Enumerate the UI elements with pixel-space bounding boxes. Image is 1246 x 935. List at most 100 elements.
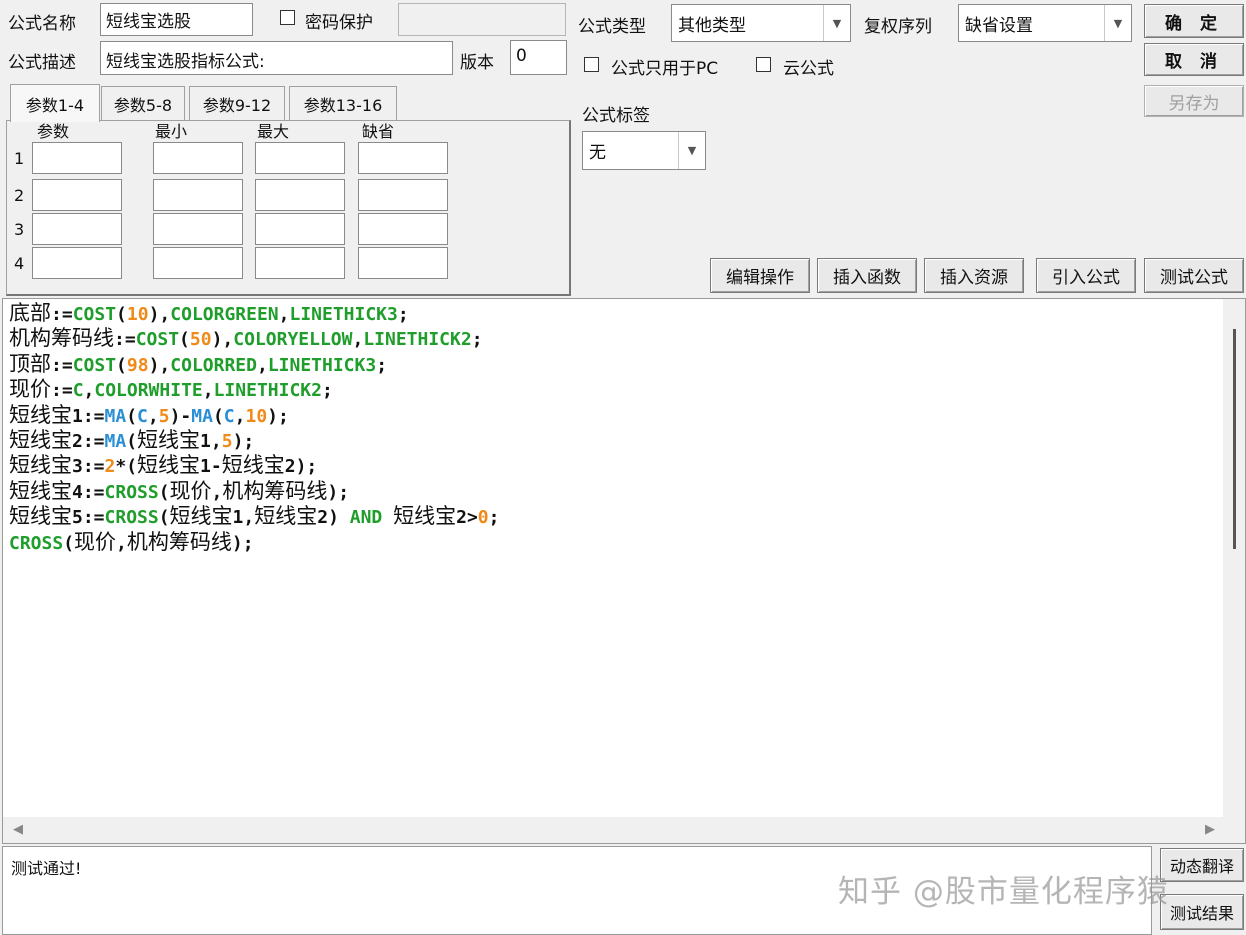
test-result-button[interactable]: 测试结果 [1160, 894, 1244, 930]
insert-function-button[interactable]: 插入函数 [817, 258, 917, 293]
save-as-button[interactable]: 另存为 [1144, 85, 1244, 117]
vertical-scrollbar[interactable] [1223, 299, 1245, 817]
code-token: 短线宝 [221, 453, 285, 478]
code-token: ; [376, 354, 388, 376]
code-token: 2); [284, 456, 318, 478]
code-token: , [278, 304, 290, 325]
password-protect-checkbox[interactable] [280, 10, 295, 25]
param4-min-input[interactable] [153, 247, 243, 279]
code-line[interactable]: 短线宝5:=CROSS(短线宝1,短线宝2) AND 短线宝2>0; [9, 504, 499, 529]
code-token: COLORYELLOW [233, 329, 353, 351]
code-token: 10 [245, 405, 268, 427]
ok-button[interactable]: 确 定 [1144, 4, 1244, 38]
code-content[interactable]: 底部:=COST(10),COLORGREEN,LINETHICK3; 机构筹码线… [9, 301, 499, 555]
scrollbar-thumb[interactable] [1233, 329, 1236, 549]
param-row-number: 4 [14, 254, 25, 273]
version-label: 版本 [460, 53, 494, 73]
tab-params-5-8[interactable]: 参数5-8 [101, 86, 185, 120]
code-token: MA [191, 405, 213, 427]
import-formula-button[interactable]: 引入公式 [1036, 258, 1136, 293]
param1-min-input[interactable] [153, 142, 243, 174]
horizontal-scrollbar[interactable]: ◀ ▶ [3, 817, 1245, 843]
param1-name-input[interactable] [32, 142, 122, 174]
code-token: 2> [456, 507, 478, 529]
code-token: , [83, 380, 95, 402]
code-token: COST [72, 304, 117, 325]
code-token: 顶部 [9, 351, 51, 376]
code-token: 短线宝 [9, 402, 72, 427]
version-input[interactable]: 0 [510, 40, 567, 75]
code-token: C [137, 405, 148, 427]
param2-default-input[interactable] [358, 179, 448, 211]
code-line[interactable]: 机构筹码线:=COST(50),COLORYELLOW,LINETHICK2; [9, 326, 499, 351]
param1-default-input[interactable] [358, 142, 448, 174]
param2-min-input[interactable] [153, 179, 243, 211]
cloud-formula-label: 云公式 [783, 59, 834, 79]
edit-operations-button[interactable]: 编辑操作 [710, 258, 810, 293]
formula-desc-input[interactable]: 短线宝选股指标公式: [100, 41, 453, 75]
pc-only-checkbox[interactable] [584, 57, 599, 72]
dynamic-translate-button[interactable]: 动态翻译 [1160, 848, 1244, 882]
insert-resource-button[interactable]: 插入资源 [924, 258, 1024, 293]
chevron-down-icon[interactable]: ▼ [1104, 5, 1131, 41]
tab-params-13-16[interactable]: 参数13-16 [289, 86, 397, 120]
tab-params-9-12[interactable]: 参数9-12 [189, 86, 285, 120]
param2-max-input[interactable] [255, 179, 345, 211]
code-line[interactable]: 短线宝1:=MA(C,5)-MA(C,10); [9, 403, 499, 428]
param4-name-input[interactable] [32, 247, 122, 279]
code-token: ), [211, 329, 234, 351]
param3-default-input[interactable] [358, 213, 448, 245]
code-line[interactable]: 短线宝2:=MA(短线宝1,5); [9, 428, 499, 453]
code-token: CROSS [9, 532, 64, 554]
formula-name-input[interactable]: 短线宝选股 [100, 3, 253, 36]
formula-tag-value: 无 [589, 143, 606, 163]
code-line[interactable]: 短线宝3:=2*(短线宝1-短线宝2); [9, 453, 499, 478]
code-line[interactable]: 现价:=C,COLORWHITE,LINETHICK2; [9, 377, 499, 402]
code-token: 短线宝 [9, 478, 72, 503]
scroll-left-icon[interactable]: ◀ [13, 822, 23, 837]
param1-max-input[interactable] [255, 142, 345, 174]
test-output-text: 测试通过! [11, 859, 82, 878]
code-token: 短线宝 [9, 453, 72, 478]
code-token: COST [135, 329, 180, 351]
cancel-button[interactable]: 取 消 [1144, 43, 1244, 76]
cloud-formula-checkbox[interactable] [756, 57, 771, 72]
code-token: COLORGREEN [170, 304, 279, 325]
param3-max-input[interactable] [255, 213, 345, 245]
chevron-down-icon[interactable]: ▼ [823, 5, 850, 41]
param4-max-input[interactable] [255, 247, 345, 279]
code-token: , [352, 329, 364, 351]
code-token: := [51, 304, 73, 325]
code-line[interactable]: 底部:=COST(10),COLORGREEN,LINETHICK3; [9, 301, 499, 326]
code-token: 5 [158, 405, 170, 427]
param-header-default: 缺省 [362, 122, 395, 141]
code-token: ; [397, 304, 409, 325]
formula-code-editor[interactable]: 底部:=COST(10),COLORGREEN,LINETHICK3; 机构筹码线… [2, 298, 1246, 844]
code-token: , [211, 481, 223, 503]
code-token: 短线宝 [137, 427, 201, 452]
scroll-right-icon[interactable]: ▶ [1205, 822, 1215, 837]
code-token: ( [126, 430, 138, 452]
code-token: ); [327, 481, 350, 503]
code-token: ( [63, 532, 75, 554]
formula-tag-select[interactable]: 无 ▼ [582, 131, 706, 170]
chevron-down-icon[interactable]: ▼ [678, 132, 705, 169]
code-token: LINETHICK2 [363, 329, 472, 351]
formula-type-select[interactable]: 其他类型 ▼ [671, 4, 851, 42]
code-line[interactable]: 短线宝4:=CROSS(现价,机构筹码线); [9, 479, 499, 504]
code-token: , [202, 380, 214, 402]
code-line[interactable]: CROSS(现价,机构筹码线); [9, 530, 499, 555]
param-header-max: 最大 [257, 122, 290, 141]
restore-series-select[interactable]: 缺省设置 ▼ [958, 4, 1132, 42]
param2-name-input[interactable] [32, 179, 122, 211]
param3-min-input[interactable] [153, 213, 243, 245]
tab-params-1-4[interactable]: 参数1-4 [10, 84, 100, 122]
param3-name-input[interactable] [32, 213, 122, 245]
code-token: 2 [104, 456, 116, 478]
param4-default-input[interactable] [358, 247, 448, 279]
watermark: 知乎 @股市量化程序猿 [838, 874, 1169, 910]
code-line[interactable]: 顶部:=COST(98),COLORRED,LINETHICK3; [9, 352, 499, 377]
test-formula-button[interactable]: 测试公式 [1144, 258, 1244, 293]
code-token: , [256, 354, 268, 376]
